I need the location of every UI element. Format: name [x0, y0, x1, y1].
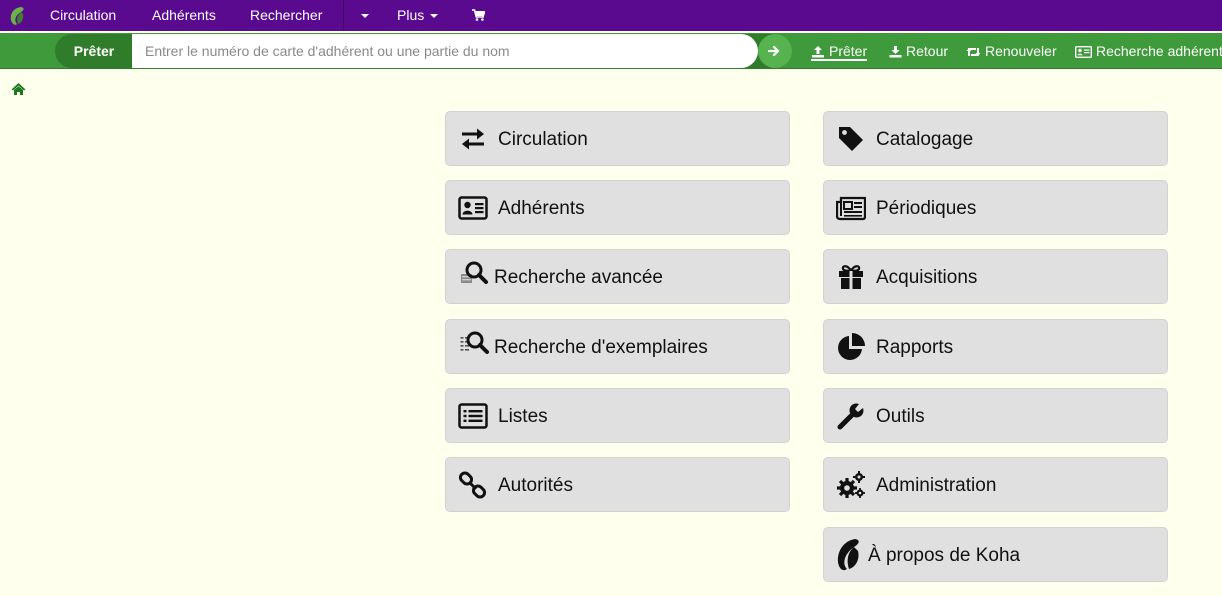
koha-logo-icon [837, 539, 859, 571]
tab-checkin-label: Retour [906, 43, 949, 59]
gears-icon [837, 471, 865, 498]
module-circulation-label: Circulation [498, 129, 588, 150]
tag-icon [839, 127, 863, 151]
module-acquisitions[interactable]: Acquisitions [823, 249, 1168, 304]
module-serials-label: Périodiques [876, 198, 977, 219]
module-administration[interactable]: Administration [823, 457, 1168, 512]
newspaper-icon [836, 196, 866, 221]
module-cataloging-label: Catalogage [876, 129, 974, 150]
module-tools[interactable]: Outils [823, 388, 1168, 443]
home-icon[interactable] [11, 82, 26, 96]
tab-checkout[interactable]: Prêter [811, 33, 868, 61]
module-item-search[interactable]: Recherche d'exemplaires [445, 319, 790, 374]
module-patrons[interactable]: Adhérents [445, 180, 790, 235]
nav-more[interactable]: Plus [397, 0, 439, 31]
module-patrons-label: Adhérents [498, 198, 585, 219]
upload-icon [812, 46, 824, 58]
module-reports[interactable]: Rapports [823, 319, 1168, 374]
nav-divider [343, 0, 344, 31]
shopping-cart-icon[interactable] [472, 9, 485, 21]
module-about-koha[interactable]: À propos de Koha [823, 527, 1168, 582]
search-submit-button[interactable] [758, 34, 792, 68]
chevron-down-icon [361, 14, 369, 19]
list-icon [458, 403, 488, 429]
tab-renew[interactable]: Renouveler [966, 33, 1057, 69]
search-dropdown-toggle[interactable] [355, 0, 369, 31]
patron-search-input[interactable] [132, 34, 758, 68]
tab-renew-label: Renouveler [985, 43, 1057, 59]
nav-patrons[interactable]: Adhérents [152, 0, 216, 31]
module-authorities[interactable]: Autorités [445, 457, 790, 512]
search-mode-label: Prêter [73, 43, 115, 59]
id-card-icon [1075, 46, 1092, 58]
module-item-search-label: Recherche d'exemplaires [494, 337, 708, 358]
pie-chart-icon [838, 333, 865, 360]
module-lists-label: Listes [498, 406, 548, 427]
module-administration-label: Administration [876, 475, 997, 496]
module-tools-label: Outils [876, 406, 925, 427]
module-reports-label: Rapports [876, 337, 954, 358]
module-serials[interactable]: Périodiques [823, 180, 1168, 235]
tab-patron-search-label: Recherche adhérent [1096, 43, 1222, 59]
nav-circulation[interactable]: Circulation [50, 0, 116, 31]
id-card-icon [458, 196, 488, 220]
gift-icon [839, 265, 863, 289]
exchange-arrows-icon [462, 128, 484, 150]
download-icon [889, 46, 902, 58]
nav-search[interactable]: Rechercher [250, 0, 322, 31]
top-navigation: Circulation Adhérents Rechercher Plus [0, 0, 1222, 31]
module-circulation[interactable]: Circulation [445, 111, 790, 166]
nav-more-label: Plus [397, 7, 425, 23]
module-cataloging[interactable]: Catalogage [823, 111, 1168, 166]
arrow-right-icon [768, 45, 780, 57]
module-lists[interactable]: Listes [445, 388, 790, 443]
tab-patron-search[interactable]: Recherche adhérent [1075, 33, 1222, 69]
retweet-icon [966, 48, 981, 56]
module-about-koha-label: À propos de Koha [868, 545, 1021, 566]
advanced-search-icon [461, 261, 488, 284]
circulation-search-bar: Prêter Prêter Retour Renouveler [0, 33, 1222, 69]
module-advanced-search[interactable]: Recherche avancée [445, 249, 790, 304]
item-search-icon [460, 331, 489, 354]
chevron-down-icon [430, 14, 439, 19]
module-authorities-label: Autorités [498, 475, 573, 496]
link-icon [458, 471, 487, 499]
module-advanced-search-label: Recherche avancée [494, 267, 663, 288]
module-acquisitions-label: Acquisitions [876, 267, 978, 288]
wrench-icon [837, 403, 864, 430]
koha-logo-icon[interactable] [8, 6, 28, 26]
tab-checkout-label: Prêter [829, 43, 868, 59]
tab-checkin[interactable]: Retour [889, 33, 948, 69]
